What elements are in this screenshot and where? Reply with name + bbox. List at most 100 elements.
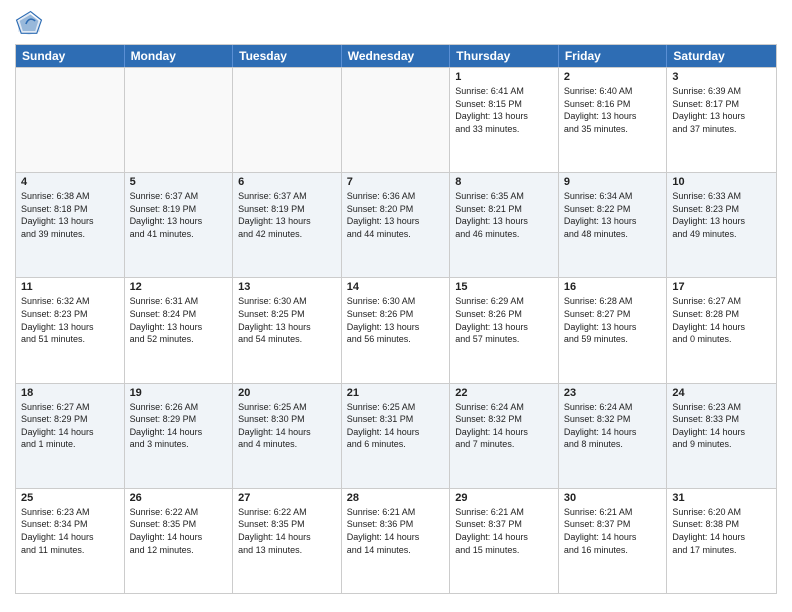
day-number-30: 30 bbox=[564, 492, 662, 504]
cell-day-23: 23 Sunrise: 6:24 AM Sunset: 8:32 PM Dayli… bbox=[559, 384, 668, 488]
day-number-3: 3 bbox=[672, 71, 771, 83]
cell-text-2: Sunrise: 6:40 AM Sunset: 8:16 PM Dayligh… bbox=[564, 85, 662, 135]
cell-text-16: Sunrise: 6:28 AM Sunset: 8:27 PM Dayligh… bbox=[564, 295, 662, 345]
calendar-row-0: 1 Sunrise: 6:41 AM Sunset: 8:15 PM Daylig… bbox=[16, 67, 776, 172]
day-number-9: 9 bbox=[564, 176, 662, 188]
day-number-21: 21 bbox=[347, 387, 445, 399]
day-number-23: 23 bbox=[564, 387, 662, 399]
cell-day-29: 29Sunrise: 6:21 AM Sunset: 8:37 PM Dayli… bbox=[450, 489, 559, 593]
cell-text-11: Sunrise: 6:32 AM Sunset: 8:23 PM Dayligh… bbox=[21, 295, 119, 345]
day-number-10: 10 bbox=[672, 176, 771, 188]
day-number-6: 6 bbox=[238, 176, 336, 188]
day-number-8: 8 bbox=[455, 176, 553, 188]
cell-empty-0-2 bbox=[233, 68, 342, 172]
cell-text-13: Sunrise: 6:30 AM Sunset: 8:25 PM Dayligh… bbox=[238, 295, 336, 345]
day-number-24: 24 bbox=[672, 387, 771, 399]
cell-text-8: Sunrise: 6:35 AM Sunset: 8:21 PM Dayligh… bbox=[455, 190, 553, 240]
cell-text-28: Sunrise: 6:21 AM Sunset: 8:36 PM Dayligh… bbox=[347, 506, 445, 556]
calendar-header: SundayMondayTuesdayWednesdayThursdayFrid… bbox=[16, 45, 776, 67]
cell-day-14: 14 Sunrise: 6:30 AM Sunset: 8:26 PM Dayli… bbox=[342, 278, 451, 382]
cell-day-9: 9 Sunrise: 6:34 AM Sunset: 8:22 PM Daylig… bbox=[559, 173, 668, 277]
header-day-tuesday: Tuesday bbox=[233, 45, 342, 67]
day-number-31: 31 bbox=[672, 492, 771, 504]
header-day-saturday: Saturday bbox=[667, 45, 776, 67]
cell-text-26: Sunrise: 6:22 AM Sunset: 8:35 PM Dayligh… bbox=[130, 506, 228, 556]
header-day-wednesday: Wednesday bbox=[342, 45, 451, 67]
cell-text-27: Sunrise: 6:22 AM Sunset: 8:35 PM Dayligh… bbox=[238, 506, 336, 556]
cell-day-18: 18 Sunrise: 6:27 AM Sunset: 8:29 PM Dayli… bbox=[16, 384, 125, 488]
cell-text-4: Sunrise: 6:38 AM Sunset: 8:18 PM Dayligh… bbox=[21, 190, 119, 240]
cell-day-20: 20 Sunrise: 6:25 AM Sunset: 8:30 PM Dayli… bbox=[233, 384, 342, 488]
day-number-2: 2 bbox=[564, 71, 662, 83]
cell-day-31: 31Sunrise: 6:20 AM Sunset: 8:38 PM Dayli… bbox=[667, 489, 776, 593]
cell-text-1: Sunrise: 6:41 AM Sunset: 8:15 PM Dayligh… bbox=[455, 85, 553, 135]
cell-day-15: 15 Sunrise: 6:29 AM Sunset: 8:26 PM Dayli… bbox=[450, 278, 559, 382]
cell-day-10: 10 Sunrise: 6:33 AM Sunset: 8:23 PM Dayli… bbox=[667, 173, 776, 277]
day-number-5: 5 bbox=[130, 176, 228, 188]
cell-text-12: Sunrise: 6:31 AM Sunset: 8:24 PM Dayligh… bbox=[130, 295, 228, 345]
logo-icon bbox=[15, 10, 43, 38]
cell-text-10: Sunrise: 6:33 AM Sunset: 8:23 PM Dayligh… bbox=[672, 190, 771, 240]
header-day-sunday: Sunday bbox=[16, 45, 125, 67]
page: SundayMondayTuesdayWednesdayThursdayFrid… bbox=[0, 0, 792, 612]
cell-text-21: Sunrise: 6:25 AM Sunset: 8:31 PM Dayligh… bbox=[347, 401, 445, 451]
day-number-1: 1 bbox=[455, 71, 553, 83]
cell-text-24: Sunrise: 6:23 AM Sunset: 8:33 PM Dayligh… bbox=[672, 401, 771, 451]
cell-text-30: Sunrise: 6:21 AM Sunset: 8:37 PM Dayligh… bbox=[564, 506, 662, 556]
cell-text-14: Sunrise: 6:30 AM Sunset: 8:26 PM Dayligh… bbox=[347, 295, 445, 345]
day-number-19: 19 bbox=[130, 387, 228, 399]
cell-empty-0-0 bbox=[16, 68, 125, 172]
cell-day-13: 13 Sunrise: 6:30 AM Sunset: 8:25 PM Dayli… bbox=[233, 278, 342, 382]
cell-text-15: Sunrise: 6:29 AM Sunset: 8:26 PM Dayligh… bbox=[455, 295, 553, 345]
header-day-friday: Friday bbox=[559, 45, 668, 67]
cell-day-12: 12 Sunrise: 6:31 AM Sunset: 8:24 PM Dayli… bbox=[125, 278, 234, 382]
cell-text-7: Sunrise: 6:36 AM Sunset: 8:20 PM Dayligh… bbox=[347, 190, 445, 240]
day-number-7: 7 bbox=[347, 176, 445, 188]
cell-day-22: 22Sunrise: 6:24 AM Sunset: 8:32 PM Dayli… bbox=[450, 384, 559, 488]
cell-text-20: Sunrise: 6:25 AM Sunset: 8:30 PM Dayligh… bbox=[238, 401, 336, 451]
cell-text-18: Sunrise: 6:27 AM Sunset: 8:29 PM Dayligh… bbox=[21, 401, 119, 451]
cell-day-25: 25Sunrise: 6:23 AM Sunset: 8:34 PM Dayli… bbox=[16, 489, 125, 593]
calendar-row-2: 11 Sunrise: 6:32 AM Sunset: 8:23 PM Dayli… bbox=[16, 277, 776, 382]
header-day-thursday: Thursday bbox=[450, 45, 559, 67]
cell-day-7: 7 Sunrise: 6:36 AM Sunset: 8:20 PM Daylig… bbox=[342, 173, 451, 277]
day-number-29: 29 bbox=[455, 492, 553, 504]
cell-text-6: Sunrise: 6:37 AM Sunset: 8:19 PM Dayligh… bbox=[238, 190, 336, 240]
day-number-20: 20 bbox=[238, 387, 336, 399]
day-number-28: 28 bbox=[347, 492, 445, 504]
day-number-17: 17 bbox=[672, 281, 771, 293]
cell-text-19: Sunrise: 6:26 AM Sunset: 8:29 PM Dayligh… bbox=[130, 401, 228, 451]
cell-day-27: 27Sunrise: 6:22 AM Sunset: 8:35 PM Dayli… bbox=[233, 489, 342, 593]
day-number-14: 14 bbox=[347, 281, 445, 293]
day-number-13: 13 bbox=[238, 281, 336, 293]
day-number-22: 22 bbox=[455, 387, 553, 399]
cell-text-9: Sunrise: 6:34 AM Sunset: 8:22 PM Dayligh… bbox=[564, 190, 662, 240]
cell-empty-0-1 bbox=[125, 68, 234, 172]
cell-day-28: 28 Sunrise: 6:21 AM Sunset: 8:36 PM Dayli… bbox=[342, 489, 451, 593]
cell-day-3: 3 Sunrise: 6:39 AM Sunset: 8:17 PM Daylig… bbox=[667, 68, 776, 172]
header bbox=[15, 10, 777, 38]
cell-text-25: Sunrise: 6:23 AM Sunset: 8:34 PM Dayligh… bbox=[21, 506, 119, 556]
cell-day-24: 24 Sunrise: 6:23 AM Sunset: 8:33 PM Dayli… bbox=[667, 384, 776, 488]
cell-day-11: 11 Sunrise: 6:32 AM Sunset: 8:23 PM Dayli… bbox=[16, 278, 125, 382]
cell-empty-0-3 bbox=[342, 68, 451, 172]
day-number-11: 11 bbox=[21, 281, 119, 293]
day-number-18: 18 bbox=[21, 387, 119, 399]
day-number-12: 12 bbox=[130, 281, 228, 293]
cell-day-17: 17Sunrise: 6:27 AM Sunset: 8:28 PM Dayli… bbox=[667, 278, 776, 382]
calendar-row-1: 4 Sunrise: 6:38 AM Sunset: 8:18 PM Daylig… bbox=[16, 172, 776, 277]
calendar-row-3: 18 Sunrise: 6:27 AM Sunset: 8:29 PM Dayli… bbox=[16, 383, 776, 488]
cell-day-6: 6 Sunrise: 6:37 AM Sunset: 8:19 PM Daylig… bbox=[233, 173, 342, 277]
cell-day-5: 5 Sunrise: 6:37 AM Sunset: 8:19 PM Daylig… bbox=[125, 173, 234, 277]
cell-text-23: Sunrise: 6:24 AM Sunset: 8:32 PM Dayligh… bbox=[564, 401, 662, 451]
cell-day-2: 2 Sunrise: 6:40 AM Sunset: 8:16 PM Daylig… bbox=[559, 68, 668, 172]
cell-day-26: 26Sunrise: 6:22 AM Sunset: 8:35 PM Dayli… bbox=[125, 489, 234, 593]
legend bbox=[15, 598, 777, 602]
day-number-4: 4 bbox=[21, 176, 119, 188]
day-number-16: 16 bbox=[564, 281, 662, 293]
cell-text-3: Sunrise: 6:39 AM Sunset: 8:17 PM Dayligh… bbox=[672, 85, 771, 135]
cell-day-8: 8 Sunrise: 6:35 AM Sunset: 8:21 PM Daylig… bbox=[450, 173, 559, 277]
cell-text-5: Sunrise: 6:37 AM Sunset: 8:19 PM Dayligh… bbox=[130, 190, 228, 240]
cell-day-21: 21 Sunrise: 6:25 AM Sunset: 8:31 PM Dayli… bbox=[342, 384, 451, 488]
day-number-15: 15 bbox=[455, 281, 553, 293]
